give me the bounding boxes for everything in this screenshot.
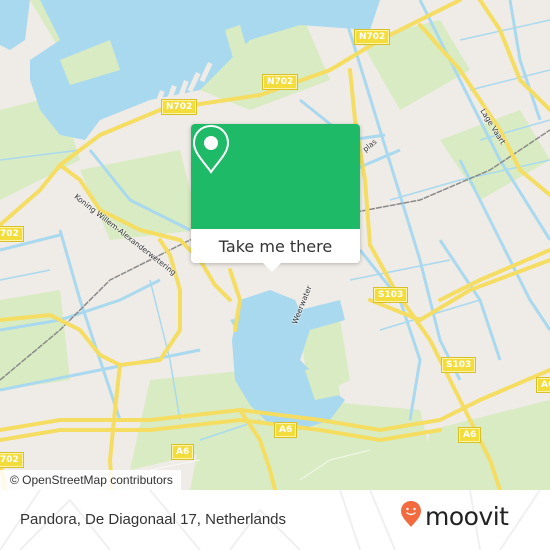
road-shield-a6: A6: [172, 445, 194, 459]
moovit-logo[interactable]: moovit: [400, 500, 509, 532]
popup-pointer: [263, 263, 281, 272]
footer: Pandora, De Diagonaal 17, Netherlands mo…: [0, 490, 550, 550]
map-attribution[interactable]: © OpenStreetMap contributors: [0, 470, 181, 490]
map[interactable]: N702 N702 N702 702 702 S103 S103 A6 A6 A…: [0, 0, 550, 490]
road-shield-n702: N702: [355, 30, 390, 44]
take-me-there-button[interactable]: Take me there: [191, 229, 360, 263]
road-shield-s103: S103: [442, 358, 476, 372]
moovit-wordmark: moovit: [425, 501, 509, 531]
popup-header: [191, 124, 360, 229]
road-shield-n702: 702: [0, 227, 23, 241]
address-text: Pandora, De Diagonaal 17, Netherlands: [20, 511, 287, 528]
road-shield-n702: N702: [263, 75, 298, 89]
moovit-pin-icon: [400, 500, 422, 532]
road-shield-s103: S103: [374, 288, 408, 302]
road-shield-n702: 702: [0, 453, 23, 467]
road-shield-a6: A6: [459, 428, 481, 442]
road-shield-n702: N702: [162, 100, 197, 114]
road-shield-a6: A6: [275, 423, 297, 437]
location-popup: Take me there: [191, 124, 360, 272]
road-shield-a6: A6: [537, 378, 550, 392]
